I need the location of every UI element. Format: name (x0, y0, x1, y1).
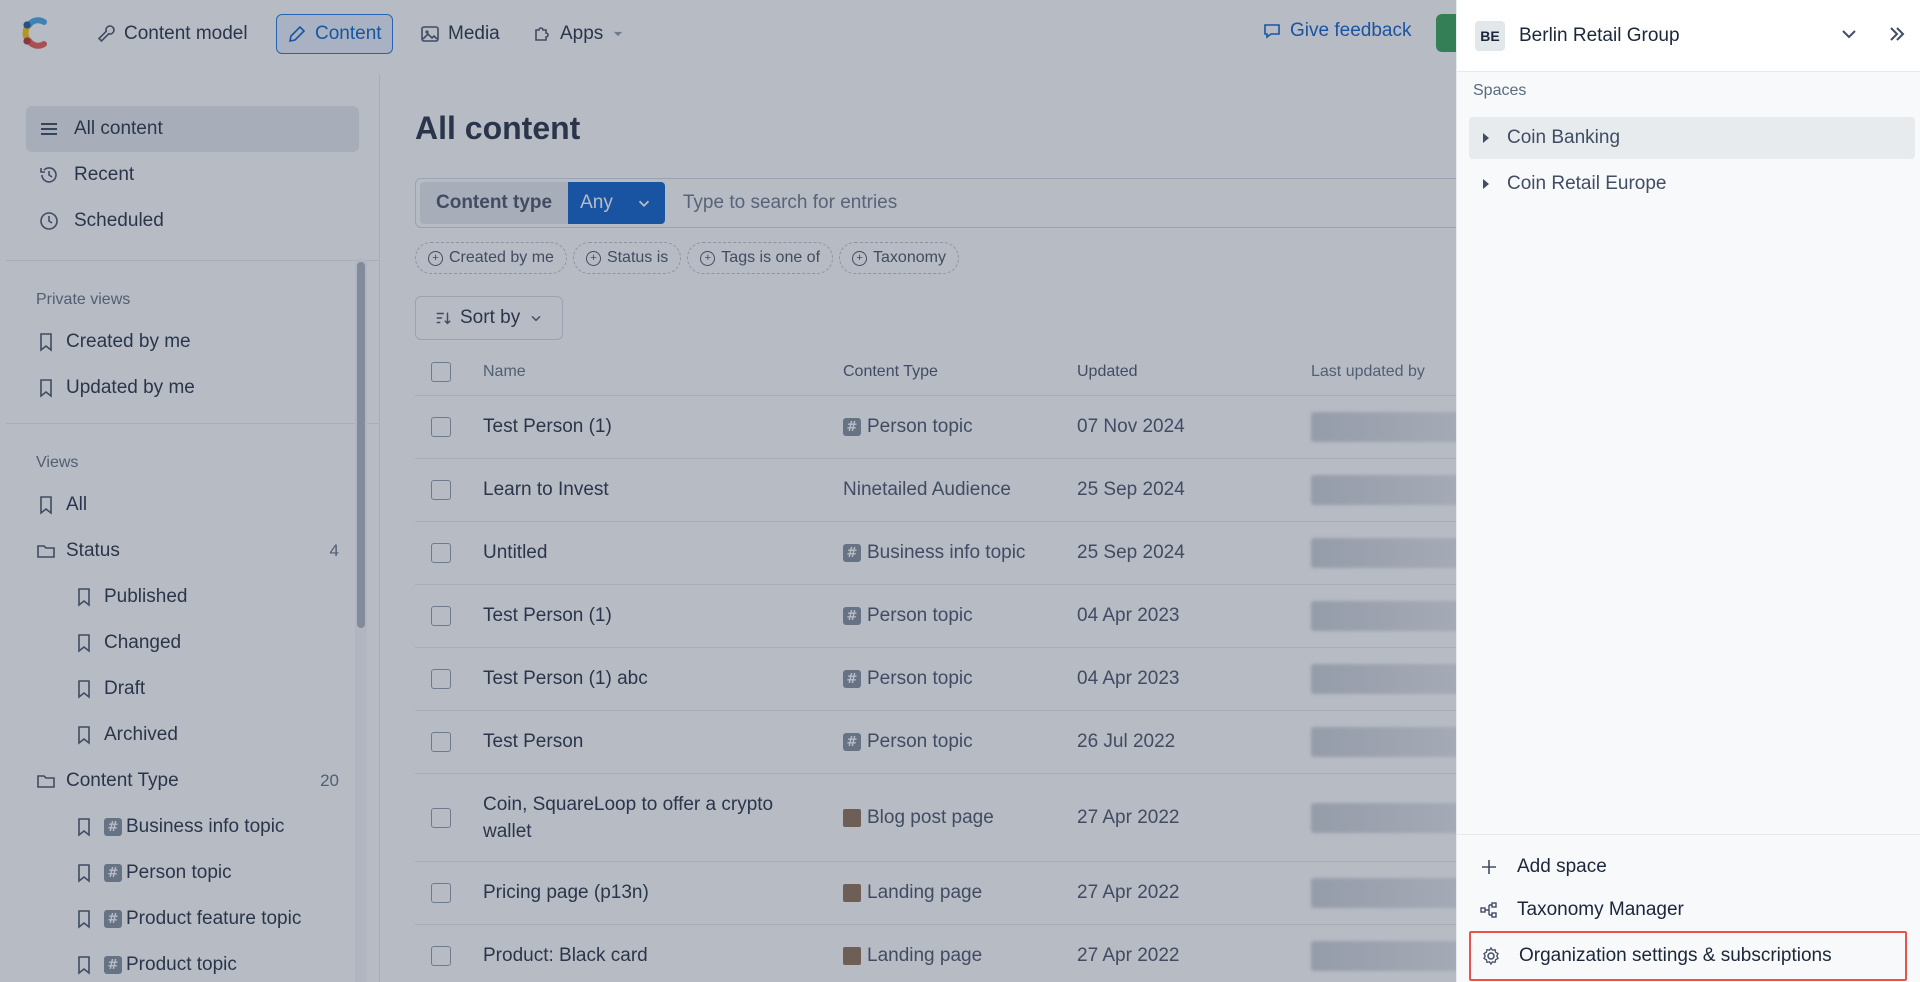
add-space-label: Add space (1517, 855, 1607, 877)
organization-settings-label: Organization settings & subscriptions (1519, 945, 1832, 966)
double-chevron-right-icon[interactable] (1885, 22, 1909, 46)
gear-icon (1483, 946, 1499, 966)
add-space-button[interactable]: Add space (1457, 845, 1920, 888)
panel-footer: Add space Taxonomy Manager Organization … (1457, 834, 1920, 981)
organization-settings-link[interactable]: Organization settings & subscriptions (1469, 931, 1907, 981)
spaces-heading: Spaces (1473, 82, 1527, 99)
space-name: Coin Retail Europe (1507, 173, 1667, 194)
taxonomy-manager-link[interactable]: Taxonomy Manager (1457, 888, 1920, 931)
panel-header: BE Berlin Retail Group (1457, 0, 1920, 72)
modal-backdrop[interactable] (0, 0, 1456, 982)
org-name[interactable]: Berlin Retail Group (1519, 25, 1680, 47)
caret-right-icon[interactable] (1483, 179, 1489, 189)
caret-right-icon[interactable] (1483, 133, 1489, 143)
chevron-down-icon[interactable] (1837, 22, 1861, 46)
hierarchy-icon (1480, 901, 1497, 918)
taxonomy-manager-label: Taxonomy Manager (1517, 898, 1684, 920)
space-name: Coin Banking (1507, 127, 1621, 148)
space-item-coin-banking[interactable]: Coin Banking (1469, 117, 1915, 159)
plus-icon (1482, 859, 1496, 874)
org-avatar: BE (1475, 20, 1505, 51)
organization-panel: BE Berlin Retail Group Spaces Coin Banki… (1456, 0, 1920, 982)
space-item-coin-retail-europe[interactable]: Coin Retail Europe (1469, 163, 1915, 205)
